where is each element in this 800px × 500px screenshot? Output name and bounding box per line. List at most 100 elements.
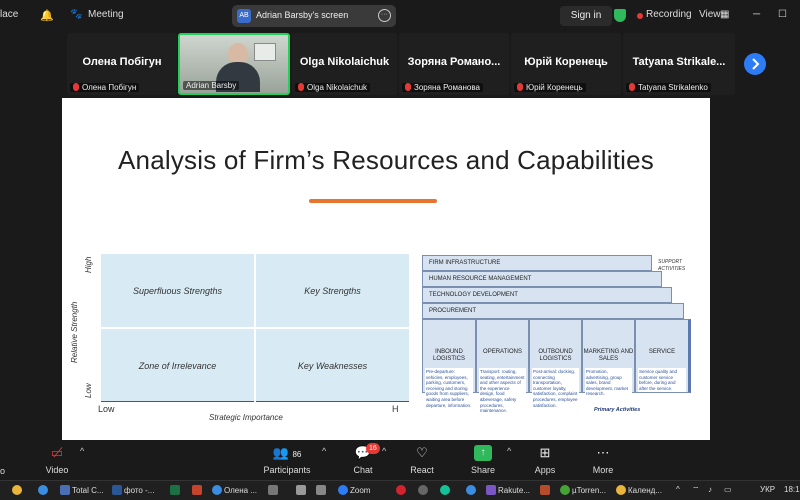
media-player-icon[interactable] xyxy=(268,485,280,495)
participant-label: Tatyana Strikalenko xyxy=(626,83,711,92)
participant-video-tile[interactable]: Adrian Barsby xyxy=(178,33,290,95)
meeting-controls: o ▭̸ Video ^ 👥 86 Participants ^ 💬 16 Ch… xyxy=(0,440,800,480)
muted-mic-icon xyxy=(405,83,411,91)
heart-icon: ♡ xyxy=(416,445,428,460)
shared-screen-label: Adrian Barsby's screen xyxy=(256,10,349,20)
tray-chevron-icon[interactable]: ^ xyxy=(676,485,680,494)
meeting-top-bar: lace 🔔 🐾 Meeting AB Adrian Barsby's scre… xyxy=(0,0,800,32)
clock[interactable]: 18:1 xyxy=(784,485,800,494)
recording-dot-icon xyxy=(637,13,643,19)
participant-tile[interactable]: Olga Nikolaichuk Olga Nikolaichuk xyxy=(292,33,397,95)
primary-activity-desc: Promotion, advertising, group sales, bra… xyxy=(585,368,632,398)
title-underline xyxy=(309,199,437,203)
sign-in-button[interactable]: Sign in xyxy=(560,6,612,26)
chrome-icon[interactable] xyxy=(12,485,24,495)
participant-tile[interactable]: Олена Побігун Олена Побігун xyxy=(67,33,177,95)
recording-status[interactable]: Recording xyxy=(646,9,692,20)
participant-label: Adrian Barsby xyxy=(183,81,240,90)
window-title-fragment: lace xyxy=(0,9,19,20)
slide-title: Analysis of Firm’s Resources and Capabil… xyxy=(118,145,654,175)
react-button[interactable]: ♡ React xyxy=(405,440,439,480)
strength-importance-matrix: Superfluous Strengths Key Strengths Zone… xyxy=(100,253,410,403)
video-off-icon: ▭̸ xyxy=(50,445,64,460)
taskbar-item[interactable]: фото -... xyxy=(112,485,154,495)
primary-activity-desc: Post-arrival: docking, connecting transp… xyxy=(532,368,579,410)
taskbar-item-label: Календ... xyxy=(628,486,662,495)
meeting-label[interactable]: Meeting xyxy=(88,9,124,20)
participant-tile[interactable]: Tatyana Strikale... Tatyana Strikalenko xyxy=(623,33,735,95)
primary-activity-name: MARKETING AND SALES xyxy=(583,349,634,362)
participant-label-text: Олена Побігун xyxy=(82,83,137,92)
taskbar-item-label: фото -... xyxy=(124,486,155,495)
file-icon[interactable] xyxy=(296,485,308,495)
participants-options-chevron-icon[interactable]: ^ xyxy=(322,446,326,456)
more-options-icon[interactable]: ··· xyxy=(378,9,391,22)
taskbar-item[interactable]: Total C... xyxy=(60,485,104,495)
messenger-icon[interactable] xyxy=(466,485,478,495)
minimize-icon[interactable]: ─ xyxy=(753,9,760,20)
y-axis-label: Relative Strength xyxy=(70,301,79,363)
excel-icon[interactable] xyxy=(170,485,182,495)
participant-tile[interactable]: Зоряна Романо... Зоряна Романова xyxy=(399,33,509,95)
participants-label: Participants xyxy=(263,465,311,475)
matrix-cell-bottom-right: Key Weaknesses xyxy=(255,328,410,403)
taskbar-item-label: Zoom xyxy=(350,486,371,495)
participant-label-text: Adrian Barsby xyxy=(186,81,237,90)
matrix-cell-bottom-left: Zone of Irrelevance xyxy=(100,328,255,403)
grammarly-icon[interactable] xyxy=(440,485,452,495)
taskbar-item[interactable]: Rakute... xyxy=(486,485,530,495)
matrix-cell-top-right: Key Strengths xyxy=(255,253,410,328)
x-axis-label: Strategic Importance xyxy=(209,413,283,422)
chevron-right-icon xyxy=(752,58,760,70)
participant-gallery: Олена Побігун Олена Побігун Adrian Barsb… xyxy=(67,33,735,95)
participant-label: Olga Nikolaichuk xyxy=(295,83,371,92)
shared-slide: Analysis of Firm’s Resources and Capabil… xyxy=(62,98,710,440)
muted-mic-icon xyxy=(298,83,304,91)
wifi-icon[interactable]: ⌔ xyxy=(692,485,700,495)
apps-button[interactable]: ⊞ Apps xyxy=(528,440,562,480)
share-button[interactable]: ↑ Share xyxy=(466,440,500,480)
participant-name: Юрій Коренець xyxy=(524,56,608,68)
ellipsis-icon: ⋯ xyxy=(596,445,610,460)
participant-label: Зоряна Романова xyxy=(402,83,483,92)
notification-bell-icon[interactable]: 🔔 xyxy=(40,9,54,22)
settings-icon[interactable] xyxy=(418,485,430,495)
taskbar-item-label: Олена ... xyxy=(224,486,258,495)
participant-tile[interactable]: Юрій Коренець Юрій Коренець xyxy=(511,33,621,95)
opera-icon[interactable] xyxy=(396,485,408,495)
browser-icon[interactable] xyxy=(38,485,50,495)
total-commander-icon xyxy=(60,485,70,495)
security-shield-icon[interactable] xyxy=(614,9,626,22)
input-language[interactable]: УКР xyxy=(760,485,775,494)
calendar-icon xyxy=(616,485,626,495)
support-activity: PROCUREMENT xyxy=(422,303,684,319)
participants-icon: 👥 86 xyxy=(272,445,302,460)
primary-activity-name: OUTBOUND LOGISTICS xyxy=(538,349,573,362)
camera-icon[interactable] xyxy=(316,485,328,495)
video-options-chevron-icon[interactable]: ^ xyxy=(80,446,84,456)
primary-activity: OUTBOUND LOGISTICS Post-arrival: docking… xyxy=(529,319,582,410)
battery-icon[interactable]: ▭ xyxy=(724,485,732,494)
primary-activity-desc: Transport: routing, seating, entertainme… xyxy=(479,368,526,415)
participants-button[interactable]: 👥 86 Participants xyxy=(262,440,312,480)
share-options-chevron-icon[interactable]: ^ xyxy=(507,446,511,456)
taskbar-item[interactable]: µTorren... xyxy=(560,485,606,495)
powerpoint-icon[interactable] xyxy=(192,485,204,495)
taskbar-item-label: Rakute... xyxy=(498,486,531,495)
taskbar-item[interactable]: Олена ... xyxy=(212,485,257,495)
maximize-icon[interactable]: ☐ xyxy=(778,9,787,20)
utorrent-icon xyxy=(560,485,570,495)
more-button[interactable]: ⋯ More xyxy=(586,440,620,480)
chat-options-chevron-icon[interactable]: ^ xyxy=(382,446,386,456)
shared-screen-indicator[interactable]: AB Adrian Barsby's screen ··· xyxy=(232,5,396,27)
view-menu[interactable]: View xyxy=(699,9,721,20)
volume-icon[interactable]: ♪ xyxy=(708,485,712,494)
chat-label: Chat xyxy=(353,465,373,475)
view-grid-icon[interactable]: ▦ xyxy=(720,9,729,20)
taskbar-item[interactable]: Календ... xyxy=(616,485,662,495)
video-button[interactable]: ▭̸ Video xyxy=(40,440,74,480)
shield-app-icon[interactable] xyxy=(540,485,552,495)
gallery-next-button[interactable] xyxy=(744,53,766,75)
chat-button[interactable]: 💬 16 Chat xyxy=(346,440,380,480)
taskbar-item[interactable]: Zoom xyxy=(338,485,370,495)
